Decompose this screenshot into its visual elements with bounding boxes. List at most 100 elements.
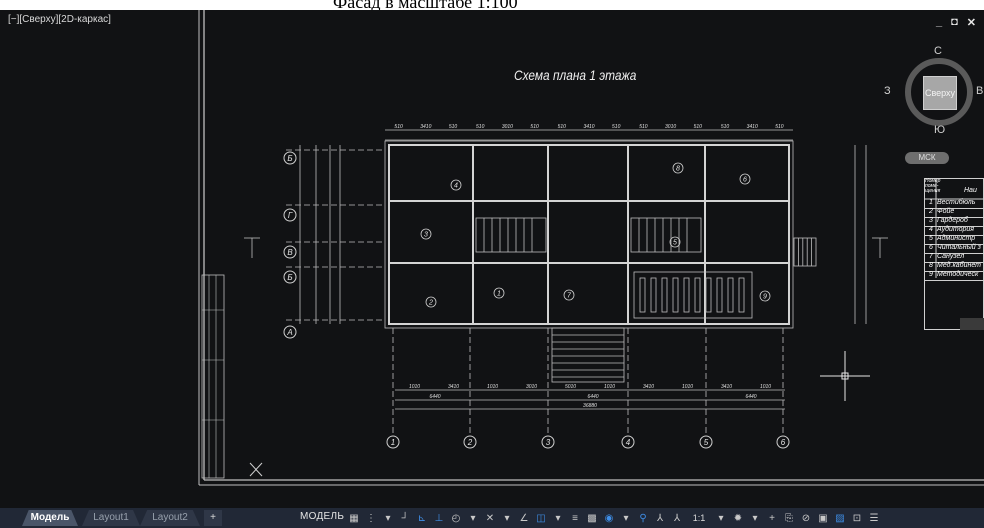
restore-icon[interactable]: ◘ <box>951 16 958 29</box>
room-mark: 8 <box>672 162 684 174</box>
dimension-text-bottom: 1010 <box>760 384 771 390</box>
ortho-icon[interactable]: ┘ <box>399 513 411 524</box>
legend-row-name: Мед.кабинет <box>937 262 981 269</box>
dropdown-icon[interactable]: ▾ <box>620 513 632 524</box>
room-mark: 2 <box>425 296 437 308</box>
dimension-text-total: 6440 <box>745 394 756 400</box>
dimension-text-top: 3410 <box>747 124 758 130</box>
dropdown-icon[interactable]: ▾ <box>552 513 564 524</box>
dropdown-icon[interactable]: ▾ <box>749 513 761 524</box>
viewcube-top-face[interactable]: Сверху <box>923 76 957 110</box>
autoscale-icon[interactable]: ◉ <box>603 513 615 524</box>
hardware-acceleration-icon[interactable]: ⎘ <box>783 513 795 524</box>
selection-cycling-icon[interactable]: ≡ <box>569 513 581 524</box>
axis-number-label: 2 <box>467 438 473 447</box>
legend-row-number: 5 <box>929 235 933 242</box>
dropdown-icon[interactable]: ▾ <box>715 513 727 524</box>
dimension-text-top: 510 <box>394 124 403 130</box>
dimension-text-bottom: 3410 <box>721 384 732 390</box>
dimension-text-bottom: 3410 <box>448 384 459 390</box>
ucs-icon <box>249 462 263 477</box>
compass-west[interactable]: З <box>884 85 891 97</box>
dropdown-icon[interactable]: ▾ <box>501 513 513 524</box>
dimension-text-top: 510 <box>639 124 648 130</box>
image-icon[interactable]: ▨ <box>834 513 846 524</box>
annotation-scale[interactable]: 1:1 <box>688 513 710 523</box>
polar-icon[interactable]: ⊾ <box>416 513 428 524</box>
close-icon[interactable]: ✕ <box>967 16 976 29</box>
axis-marker-letter: А <box>283 325 297 339</box>
compass-south[interactable]: Ю <box>934 124 945 136</box>
axis-number-label: 4 <box>626 438 631 447</box>
model-space-button[interactable]: МОДЕЛЬ <box>300 511 344 522</box>
workspace-icon[interactable]: ⚲ <box>637 513 649 524</box>
cad-drawing[interactable]: Б Г В Б А 1 2 3 4 5 6 510 3410 510 510 3010 510 510 3410 5… <box>0 10 984 508</box>
axis-marker-number: 4 <box>621 435 635 449</box>
dimension-text-top: 510 <box>558 124 567 130</box>
legend-row-number: 1 <box>929 199 933 206</box>
drawing-caption-strip: Фасад в масштабе 1:100 <box>0 0 984 10</box>
viewcube[interactable]: Сверху С З В Ю <box>884 45 983 136</box>
dimension-text-top: 510 <box>449 124 458 130</box>
ducs-icon[interactable]: ✕ <box>484 513 496 524</box>
dimension-text-bottom: 1010 <box>604 384 615 390</box>
dropdown-icon[interactable]: ▾ <box>382 513 394 524</box>
settings-gear-icon[interactable]: ✹ <box>732 513 744 524</box>
tab-model[interactable]: Модель <box>22 510 78 526</box>
crosshair-cursor <box>820 351 870 401</box>
room-mark-label: 6 <box>743 177 747 184</box>
annotation-visibility-icon[interactable]: ▩ <box>586 513 598 524</box>
dropdown-icon[interactable]: ▾ <box>467 513 479 524</box>
dimension-text-top: 510 <box>694 124 703 130</box>
add-layout-button[interactable]: + <box>204 510 222 526</box>
isolate-icon[interactable]: ⅄ <box>671 513 683 524</box>
dimension-text-top: 3010 <box>665 124 676 130</box>
axis-marker-number: 1 <box>386 435 400 449</box>
status-toolbar: ▦ ⋮ ▾ ┘ ⊾ ⊥ ◴ ▾ ✕ ▾ ∠ ◫ ▾ ≡ ▩ ◉ ▾ ⚲ ⅄ ⅄ … <box>348 511 880 525</box>
snap-icon[interactable]: ⋮ <box>365 513 377 524</box>
room-mark: 6 <box>739 173 751 185</box>
dimension-text-total: 6440 <box>587 394 598 400</box>
quick-properties-icon[interactable]: ▣ <box>817 513 829 524</box>
dimension-text-top: 3410 <box>420 124 431 130</box>
floor-plan <box>388 144 790 325</box>
minimize-icon[interactable]: _ <box>936 16 942 29</box>
room-mark-label: 4 <box>454 183 458 190</box>
legend-row-name: Администр <box>937 235 976 242</box>
add-icon[interactable]: + <box>766 513 778 524</box>
wcs-menu[interactable]: МСК <box>905 152 949 164</box>
lineweight-icon[interactable]: ∠ <box>518 513 530 524</box>
otrack-icon[interactable]: ◴ <box>450 513 462 524</box>
axis-marker-letter: Б <box>283 151 297 165</box>
tab-layout2[interactable]: Layout2 <box>140 510 200 526</box>
room-mark: 1 <box>493 287 505 299</box>
room-mark-label: 8 <box>676 166 680 173</box>
fullscreen-icon[interactable]: ⊡ <box>851 513 863 524</box>
compass-north[interactable]: С <box>934 45 942 57</box>
osnap-icon[interactable]: ⊥ <box>433 513 445 524</box>
tab-layout1[interactable]: Layout1 <box>82 510 140 526</box>
legend-row-number: 8 <box>929 262 933 269</box>
axis-letter-label: Б <box>287 154 292 163</box>
compass-east[interactable]: В <box>976 85 983 97</box>
dimension-text-top: 510 <box>775 124 784 130</box>
model-viewport[interactable]: Б Г В Б А 1 2 3 4 5 6 510 3410 510 510 3010 510 510 3410 5… <box>0 10 984 508</box>
annotation-monitor-icon[interactable]: ⅄ <box>654 513 666 524</box>
room-mark-label: 5 <box>673 240 677 247</box>
customization-icon[interactable]: ☰ <box>868 513 880 524</box>
room-mark: 9 <box>759 290 771 302</box>
dimension-text-top: 510 <box>530 124 539 130</box>
legend-header-number: Номер поме- щения <box>925 178 941 194</box>
dimension-text-top: 510 <box>612 124 621 130</box>
grid-icon[interactable]: ▦ <box>348 513 360 524</box>
clean-screen-icon[interactable]: ⊘ <box>800 513 812 524</box>
room-mark-label: 7 <box>567 293 572 300</box>
transparency-icon[interactable]: ◫ <box>535 513 547 524</box>
dimension-text-bottom: 3010 <box>526 384 537 390</box>
viewport-controls-label[interactable]: [−][Сверху][2D-каркас] <box>8 14 111 25</box>
room-mark: 5 <box>669 236 681 248</box>
room-mark-label: 9 <box>763 294 767 301</box>
legend-row-name: Читальный з <box>937 244 981 251</box>
dimension-text-total: 6440 <box>429 394 440 400</box>
axis-letter-label: Б <box>287 273 292 282</box>
